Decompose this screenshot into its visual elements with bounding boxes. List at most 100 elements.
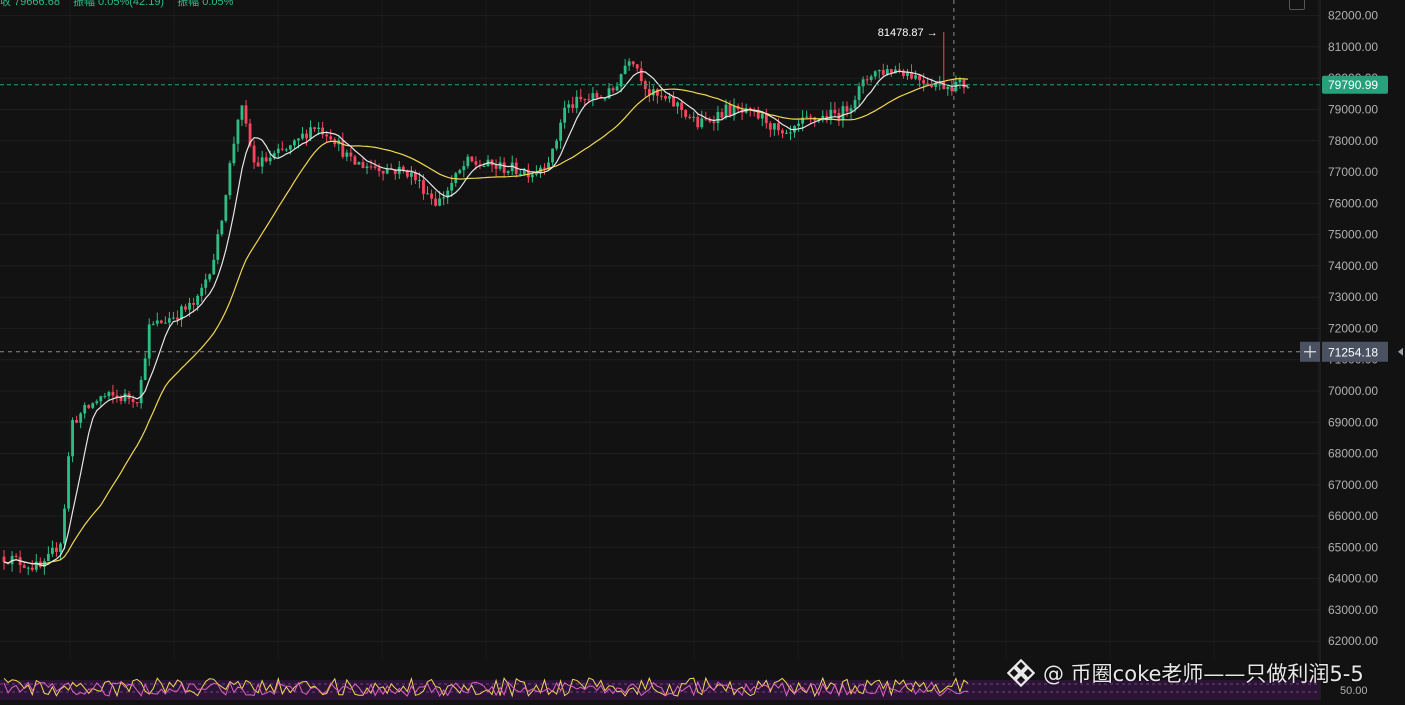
candle-body [426,193,429,195]
candle-body [87,405,91,408]
candle-body [46,553,50,562]
candle-body [430,193,433,199]
candle-body [75,420,79,423]
candle-body [200,287,204,296]
candle-body [789,132,792,134]
high-price-annotation: 81478.87 → [878,27,938,39]
candle-body [409,172,413,177]
candle-body [595,93,599,98]
candle-body [567,104,571,108]
candle-body [103,396,107,398]
candle-body [591,93,595,100]
candle-body [660,95,663,97]
candle-body [958,79,962,83]
ohlc-info-item: 收 79666.68 [0,0,60,8]
candle-body [176,317,179,320]
candle-body [805,116,809,118]
candle-body [777,123,780,131]
candle-body [530,174,534,178]
candle-body [91,403,95,408]
candle-body [772,123,776,130]
y-tick-label: 65000.00 [1328,540,1378,554]
candle-body [252,145,256,163]
candle-body [458,170,462,174]
candle-body [966,86,970,88]
candle-body [898,69,901,71]
candle-body [188,302,191,310]
candle-body [301,133,304,139]
candle-body [95,401,99,404]
chart-background [0,0,1405,700]
candle-body [159,320,163,323]
candle-body [151,323,155,325]
candle-body [305,133,308,139]
candle-body [83,405,87,414]
candle-body [111,392,115,396]
candle-body [59,543,62,552]
candle-body [696,116,700,128]
candle-body [131,399,135,403]
candle-body [264,157,268,162]
candle-body [833,109,837,114]
watermark: @ 币圈coke老师——只做利润5-5 [1007,656,1364,690]
candlestick-chart[interactable]: 82000.0081000.0080000.0079000.0078000.00… [0,0,1405,700]
candle-body [172,317,175,319]
candle-body [63,508,66,544]
candle-body [700,118,704,128]
candle-body [692,116,696,118]
candle-body [30,567,34,570]
y-tick-label: 77000.00 [1328,165,1378,179]
candle-body [228,163,232,196]
candle-body [494,165,498,169]
y-tick-label: 72000.00 [1328,321,1378,335]
chart-settings-button[interactable] [1289,0,1305,10]
y-tick-label: 68000.00 [1328,447,1378,461]
candle-body [785,132,788,134]
candle-body [2,556,6,563]
chart-canvas[interactable]: 82000.0081000.0080000.0079000.0078000.00… [0,0,1405,700]
binance-diamond-logo-icon [1007,659,1035,687]
candle-body [946,86,950,90]
candle-body [401,166,405,170]
candle-body [724,104,728,118]
candle-body [184,306,187,310]
candle-body [571,104,575,108]
candle-body [579,96,583,99]
candle-body [260,157,264,167]
candle-body [470,156,474,162]
candle-body [712,121,716,124]
candle-body [79,413,83,423]
candle-body [163,322,167,324]
candle-body [135,402,139,404]
candle-body [309,127,312,139]
candle-body [345,152,349,157]
y-tick-label: 64000.00 [1328,572,1378,586]
candle-body [914,75,917,79]
y-tick-label: 74000.00 [1328,259,1378,273]
candle-body [147,324,151,359]
candle-body [442,197,446,199]
y-tick-label: 73000.00 [1328,290,1378,304]
candle-body [365,166,369,169]
candle-body [55,547,58,552]
candle-body [720,112,724,118]
candle-body [881,70,885,75]
candle-body [781,130,784,134]
candle-body [155,320,159,324]
candle-body [450,182,454,191]
candle-body [615,86,619,91]
candle-body [216,234,220,260]
candle-body [603,98,607,100]
candle-body [434,198,437,206]
candle-body [71,420,74,457]
candle-body [418,180,421,182]
candle-body [220,220,224,235]
candle-body [34,561,38,570]
candle-body [950,86,954,92]
candle-body [922,80,926,84]
candle-body [684,110,688,117]
y-tick-label: 70000.00 [1328,384,1378,398]
watermark-text: @ 币圈coke老师——只做利润5-5 [1043,662,1364,686]
y-tick-label: 67000.00 [1328,478,1378,492]
candle-body [635,64,639,69]
